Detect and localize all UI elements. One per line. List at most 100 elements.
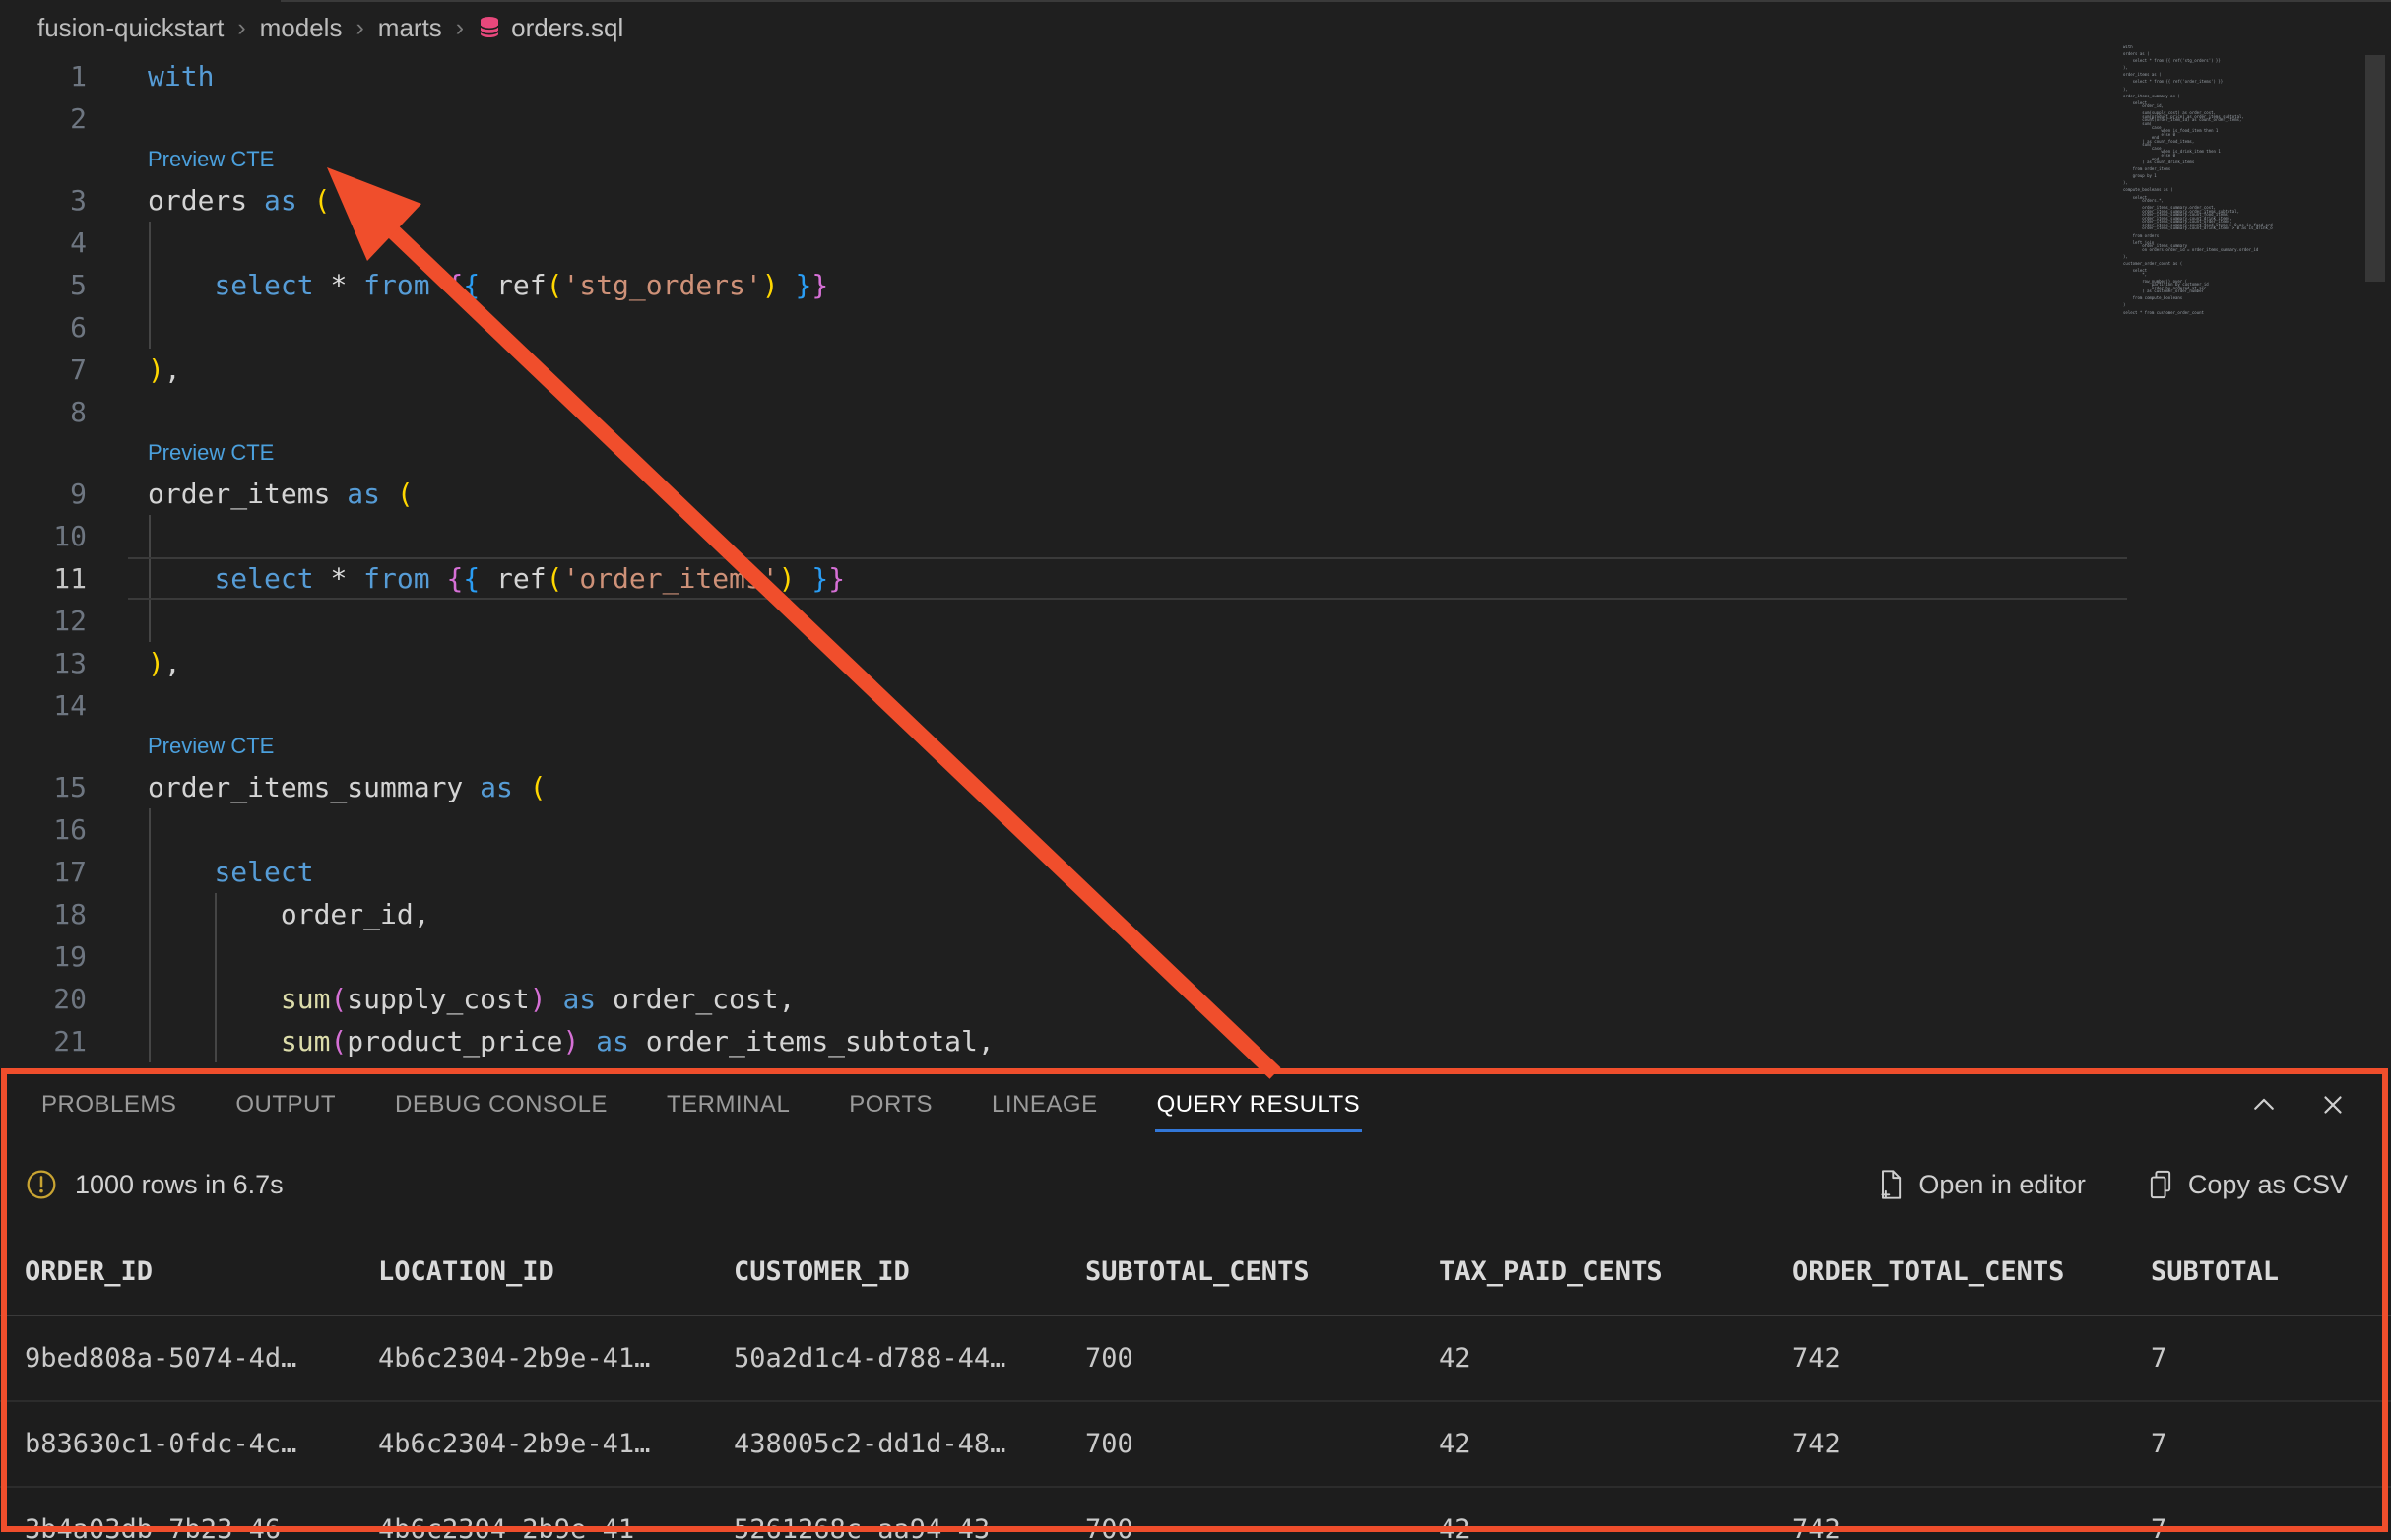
code-token: ( [397,478,414,510]
table-cell: 50a2d1c4-d788-44… [734,1343,1085,1374]
code-line-content: orders as ( [128,179,2127,222]
code-token [148,269,214,301]
tab-query-results[interactable]: QUERY RESULTS [1155,1075,1363,1134]
code-lens-preview-cte[interactable]: Preview CTE [148,734,274,758]
line-number: 20 [0,978,128,1020]
line-number: 9 [0,473,128,515]
column-header-order-total-cents: ORDER_TOTAL_CENTS [1792,1256,2151,1287]
table-cell: 7 [2151,1343,2391,1374]
bottom-panel: PROBLEMS OUTPUT DEBUG CONSOLE TERMINAL PORTS… [0,1068,2391,1540]
results-header-row: ORDER_IDLOCATION_IDCUSTOMER_IDSUBTOTAL_C… [0,1228,2391,1316]
code-token: ) [562,1025,579,1058]
code-editor[interactable]: 1with2Preview CTE3orders as (45 select *… [0,55,2127,1062]
table-cell: 700 [1085,1514,1439,1540]
line-number: 14 [0,684,128,727]
tab-output[interactable]: OUTPUT [233,1075,338,1134]
code-line: 18 order_id, [0,893,2127,935]
table-cell: 7 [2151,1429,2391,1459]
breadcrumb-path: fusion-quickstart›models›marts [37,13,442,43]
minimap[interactable]: with orders as ( select * from {{ ref('s… [2123,45,2273,370]
line-number: 1 [0,55,128,97]
line-number: 5 [0,264,128,306]
table-cell: b83630c1-0fdc-4c… [25,1429,378,1459]
code-lens-preview-cte[interactable]: Preview CTE [148,440,274,465]
code-token [779,269,796,301]
code-line-content: ), [128,349,2127,391]
open-in-editor-label: Open in editor [1918,1170,2086,1200]
code-line-content: sum(supply_cost) as order_cost, [128,978,2127,1020]
code-token [513,771,530,803]
breadcrumb-item-fusion-quickstart[interactable]: fusion-quickstart [37,13,224,43]
code-line-content: select * from {{ ref('order_items') }} [128,557,2127,600]
indent-guide [149,600,151,642]
tab-ports[interactable]: PORTS [847,1075,935,1134]
code-line: 3orders as ( [0,179,2127,222]
tab-debug-console[interactable]: DEBUG CONSOLE [393,1075,610,1134]
breadcrumb-file-label: orders.sql [511,13,623,43]
breadcrumb-item-marts[interactable]: marts [378,13,442,43]
column-header-subtotal-cents: SUBTOTAL_CENTS [1085,1256,1439,1287]
tab-terminal[interactable]: TERMINAL [665,1075,792,1134]
minimap-code: with orders as ( select * from {{ ref('s… [2123,45,2273,314]
code-token: { [463,562,480,595]
column-header-tax-paid-cents: TAX_PAID_CENTS [1439,1256,1792,1287]
code-token: } [828,562,845,595]
code-token: select [214,269,313,301]
code-line: 5 select * from {{ ref('stg_orders') }} [0,264,2127,306]
code-line: 19 [0,935,2127,978]
table-row: b83630c1-0fdc-4c…4b6c2304-2b9e-41…438005… [0,1402,2391,1488]
table-cell: 42 [1439,1429,1792,1459]
code-line-content [128,684,2127,727]
code-line-content [128,808,2127,851]
code-token: as [264,184,297,217]
copy-icon [2147,1169,2174,1200]
code-line: 7), [0,349,2127,391]
line-number: 7 [0,349,128,391]
code-token: ( [547,269,563,301]
code-line-content: select * from {{ ref('stg_orders') }} [128,264,2127,306]
table-cell: 4b6c2304-2b9e-41 [378,1514,734,1540]
code-token: from [363,562,429,595]
line-number: 4 [0,222,128,264]
table-cell: 42 [1439,1514,1792,1540]
copy-as-csv-button[interactable]: Copy as CSV [2147,1169,2348,1200]
breadcrumb-file[interactable]: orders.sql [478,13,623,43]
indent-guide [215,935,217,978]
line-number: 15 [0,766,128,808]
line-number: 17 [0,851,128,893]
code-line-content: ), [128,642,2127,684]
open-in-editor-button[interactable]: Open in editor [1877,1169,2086,1200]
column-header-subtotal: SUBTOTAL [2151,1256,2391,1287]
code-token: with [148,60,214,93]
code-line: 13), [0,642,2127,684]
breadcrumb: fusion-quickstart›models›marts › orders.… [0,0,2096,55]
code-token: } [811,269,828,301]
breadcrumb-item-models[interactable]: models [260,13,343,43]
chevron-up-icon[interactable] [2249,1090,2279,1120]
line-number: 18 [0,893,128,935]
code-token [579,1025,596,1058]
tab-lineage[interactable]: LINEAGE [990,1075,1100,1134]
results-actions: Open in editor Copy as CSV [1877,1169,2348,1200]
code-line: 15order_items_summary as ( [0,766,2127,808]
code-token: ( [330,1025,347,1058]
editor-scrollbar[interactable] [2365,55,2385,282]
tab-problems[interactable]: PROBLEMS [39,1075,178,1134]
code-token: as [480,771,513,803]
indent-guide [149,851,151,893]
table-cell: 42 [1439,1343,1792,1374]
code-line-content [128,97,2127,140]
table-row: 9bed808a-5074-4d…4b6c2304-2b9e-41…50a2d1… [0,1316,2391,1402]
code-token [547,983,563,1015]
code-lens-preview-cte[interactable]: Preview CTE [148,147,274,171]
close-icon[interactable] [2318,1090,2348,1120]
code-token: ref [480,562,546,595]
table-cell: 700 [1085,1343,1439,1374]
vscode-window: fusion-quickstart›models›marts › orders.… [0,0,2391,1540]
code-line: 21 sum(product_price) as order_items_sub… [0,1020,2127,1062]
code-line: 1 with [0,55,2127,97]
code-lens-row: Preview CTE [0,727,2127,766]
code-token: select [214,562,313,595]
code-line-content: Preview CTE [128,433,2127,473]
code-token: ) [779,562,796,595]
